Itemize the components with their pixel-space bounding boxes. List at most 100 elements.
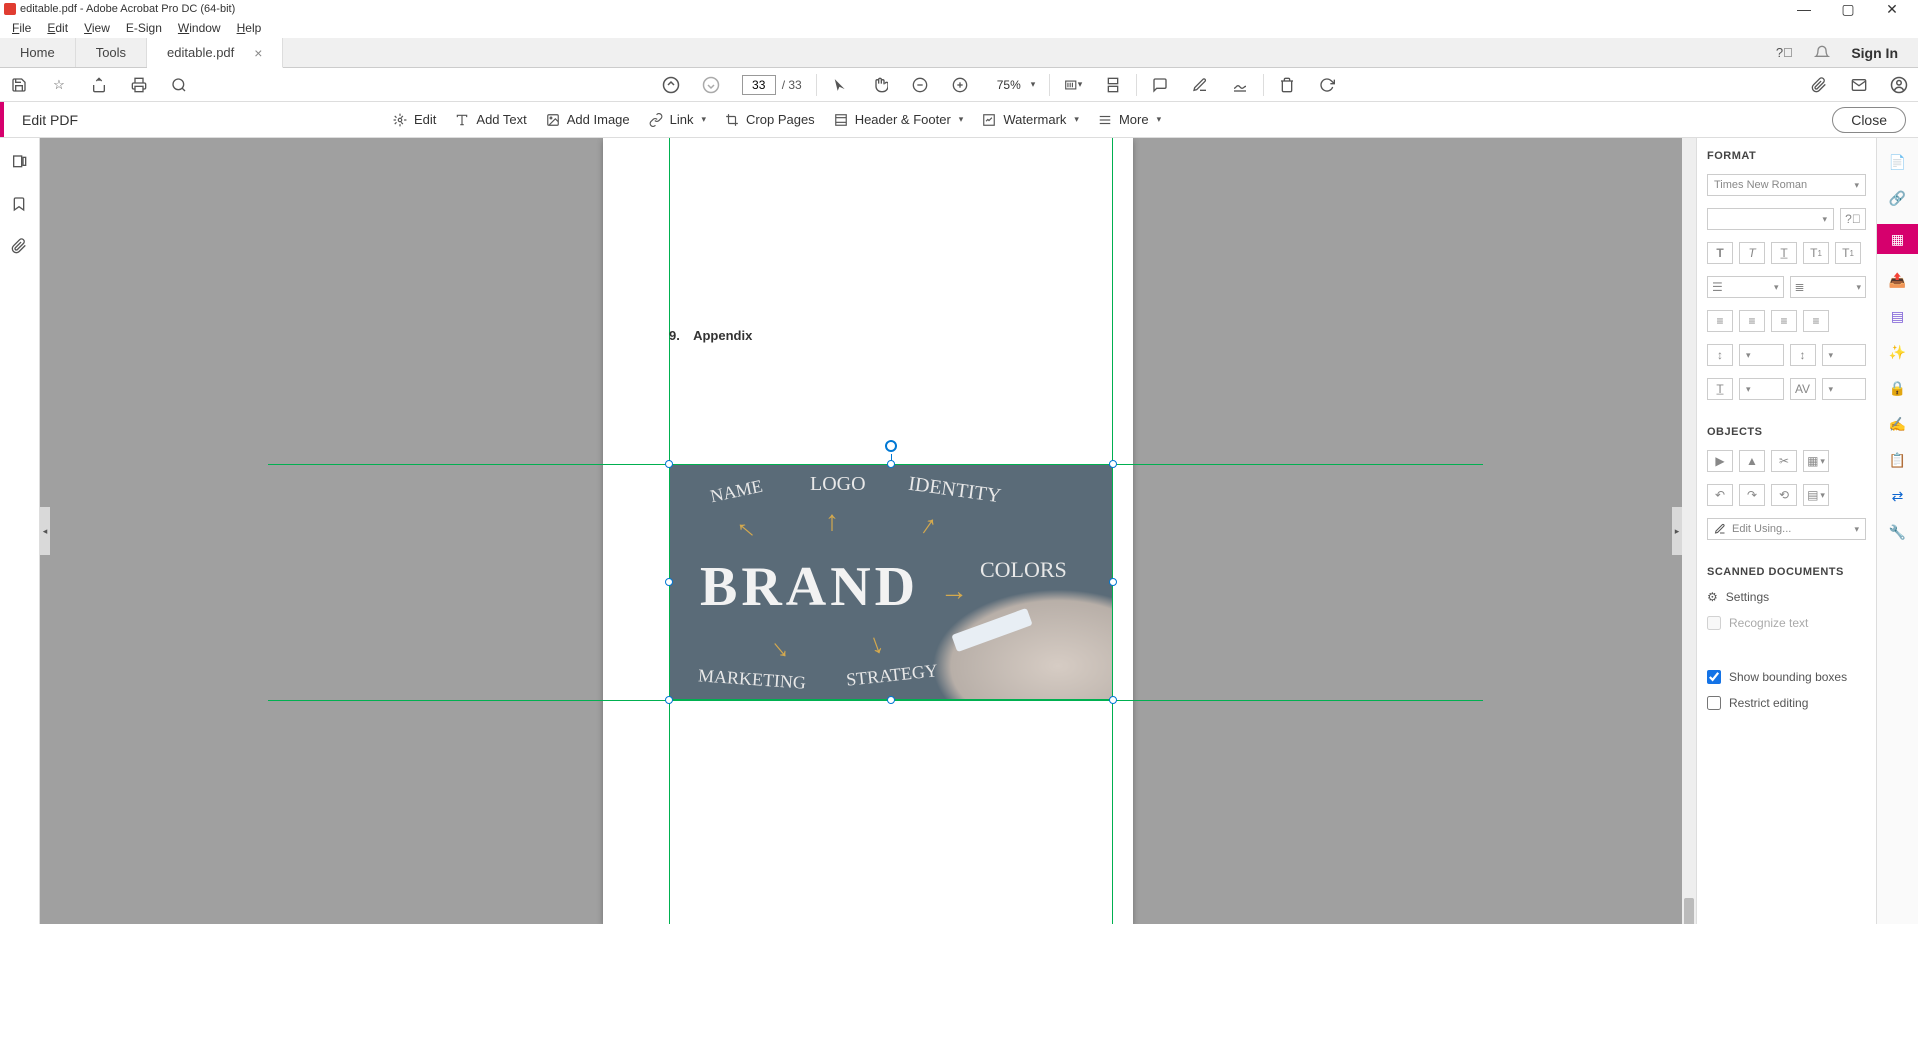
sign-icon[interactable] (1231, 76, 1249, 94)
tab-document[interactable]: editable.pdf × (147, 38, 283, 68)
combine-files-icon[interactable]: 🔗 (1888, 188, 1908, 208)
horizontal-scale-dropdown[interactable]: ▾ (1739, 378, 1784, 400)
line-spacing-dropdown[interactable]: ▾ (1739, 344, 1784, 366)
selected-image[interactable]: BRAND NAME LOGO IDENTITY COLORS MARKETIN… (669, 464, 1113, 700)
create-pdf-icon[interactable]: 📄 (1888, 152, 1908, 172)
tool-crop[interactable]: Crop Pages (724, 112, 815, 128)
fill-sign-icon[interactable]: ✍ (1888, 414, 1908, 434)
organize-pages-icon[interactable]: ▤ (1888, 306, 1908, 326)
italic-button[interactable]: T (1739, 242, 1765, 264)
subscript-button[interactable]: T1 (1835, 242, 1861, 264)
thumbnails-icon[interactable] (11, 154, 29, 172)
align-left-button[interactable]: ≡ (1707, 310, 1733, 332)
share-icon[interactable] (90, 76, 108, 94)
close-edit-button[interactable]: Close (1832, 107, 1906, 133)
arrange-button[interactable]: ▦▾ (1803, 450, 1829, 472)
rotate-icon[interactable] (1318, 76, 1336, 94)
right-expander[interactable]: ▸ (1672, 507, 1682, 555)
maximize-button[interactable]: ▢ (1826, 1, 1870, 18)
bold-button[interactable]: T (1707, 242, 1733, 264)
settings-row[interactable]: ⚙Settings (1707, 590, 1866, 604)
paragraph-spacing-dropdown[interactable]: ▾ (1822, 344, 1867, 366)
more-tools-icon[interactable]: 🔧 (1888, 522, 1908, 542)
rotate-cw-button[interactable]: ↷ (1739, 484, 1765, 506)
superscript-button[interactable]: T1 (1803, 242, 1829, 264)
tool-add-text[interactable]: Add Text (454, 112, 526, 128)
scrollbar[interactable] (1682, 138, 1696, 924)
tool-more[interactable]: More▾ (1097, 112, 1161, 128)
align-justify-button[interactable]: ≡ (1803, 310, 1829, 332)
tool-header-footer[interactable]: Header & Footer▾ (833, 112, 964, 128)
char-spacing-dropdown[interactable]: ▾ (1822, 378, 1867, 400)
char-spacing-button[interactable]: AV (1790, 378, 1816, 400)
select-tool-icon[interactable] (831, 76, 849, 94)
crop-image-button[interactable]: ✂ (1771, 450, 1797, 472)
paragraph-spacing-button[interactable]: ↕ (1790, 344, 1816, 366)
prepare-form-icon[interactable]: 📋 (1888, 450, 1908, 470)
underline-button[interactable]: T̲ (1771, 242, 1797, 264)
tab-close-icon[interactable]: × (254, 45, 262, 61)
numbered-list-button[interactable]: ≣▾ (1790, 276, 1867, 298)
attach-icon[interactable] (1810, 76, 1828, 94)
font-size-dropdown[interactable]: ▾ (1707, 208, 1834, 230)
font-help-button[interactable]: ?⃝ (1840, 208, 1866, 230)
fit-width-icon[interactable]: ▾ (1064, 76, 1082, 94)
rotate-ccw-button[interactable]: ↶ (1707, 484, 1733, 506)
align-right-button[interactable]: ≡ (1771, 310, 1797, 332)
page-number-input[interactable] (742, 75, 776, 95)
flip-vertical-button[interactable]: ▲ (1739, 450, 1765, 472)
tab-tools[interactable]: Tools (76, 38, 147, 67)
save-icon[interactable] (10, 76, 28, 94)
hand-tool-icon[interactable] (871, 76, 889, 94)
replace-image-button[interactable]: ⟲ (1771, 484, 1797, 506)
menu-help[interactable]: Help (231, 21, 268, 35)
tool-link[interactable]: Link▾ (648, 112, 706, 128)
zoom-dropdown-icon[interactable]: ▾ (1031, 79, 1036, 90)
mail-icon[interactable] (1850, 76, 1868, 94)
tool-edit[interactable]: Edit (392, 112, 436, 128)
restrict-editing-row[interactable]: Restrict editing (1707, 696, 1866, 710)
menu-view[interactable]: View (78, 21, 116, 35)
zoom-value[interactable]: 75% (991, 78, 1027, 92)
rotation-handle[interactable] (885, 440, 897, 452)
font-dropdown[interactable]: Times New Roman▾ (1707, 174, 1866, 196)
page-down-icon[interactable] (702, 76, 720, 94)
show-bounding-boxes-row[interactable]: Show bounding boxes (1707, 670, 1866, 684)
profile-icon[interactable] (1890, 76, 1908, 94)
zoom-out-icon[interactable] (911, 76, 929, 94)
delete-icon[interactable] (1278, 76, 1296, 94)
restrict-editing-checkbox[interactable] (1707, 696, 1721, 710)
attachments-icon[interactable] (11, 238, 29, 256)
bookmarks-icon[interactable] (11, 196, 29, 214)
line-spacing-button[interactable]: ↕ (1707, 344, 1733, 366)
help-icon[interactable]: ?⃝ (1775, 44, 1793, 62)
minimize-button[interactable]: — (1782, 1, 1826, 17)
menu-window[interactable]: Window (172, 21, 227, 35)
export-pdf-icon[interactable]: 📤 (1888, 270, 1908, 290)
menu-esign[interactable]: E-Sign (120, 21, 168, 35)
tool-add-image[interactable]: Add Image (545, 112, 630, 128)
highlight-icon[interactable] (1191, 76, 1209, 94)
show-bounding-boxes-checkbox[interactable] (1707, 670, 1721, 684)
search-icon[interactable] (170, 76, 188, 94)
enhance-scans-icon[interactable]: ✨ (1888, 342, 1908, 362)
edit-pdf-rail-icon[interactable]: ▦ (1877, 224, 1918, 254)
comment-icon[interactable] (1151, 76, 1169, 94)
zoom-in-icon[interactable] (951, 76, 969, 94)
sign-in-button[interactable]: Sign In (1851, 45, 1898, 61)
scroll-mode-icon[interactable] (1104, 76, 1122, 94)
close-window-button[interactable]: ✕ (1870, 1, 1914, 18)
align-center-button[interactable]: ≡ (1739, 310, 1765, 332)
menu-edit[interactable]: Edit (41, 21, 74, 35)
align-objects-button[interactable]: ▤▾ (1803, 484, 1829, 506)
bullet-list-button[interactable]: ☰▾ (1707, 276, 1784, 298)
star-icon[interactable]: ☆ (50, 76, 68, 94)
compare-icon[interactable]: ⇄ (1888, 486, 1908, 506)
tab-home[interactable]: Home (0, 38, 76, 67)
menu-file[interactable]: File (6, 21, 37, 35)
canvas-area[interactable]: ◂ 9. Appendix BRAND NAME LOGO IDENTITY C… (40, 138, 1696, 924)
edit-using-dropdown[interactable]: Edit Using... ▾ (1707, 518, 1866, 540)
left-expander[interactable]: ◂ (40, 507, 50, 555)
protect-icon[interactable]: 🔒 (1888, 378, 1908, 398)
page-up-icon[interactable] (662, 76, 680, 94)
